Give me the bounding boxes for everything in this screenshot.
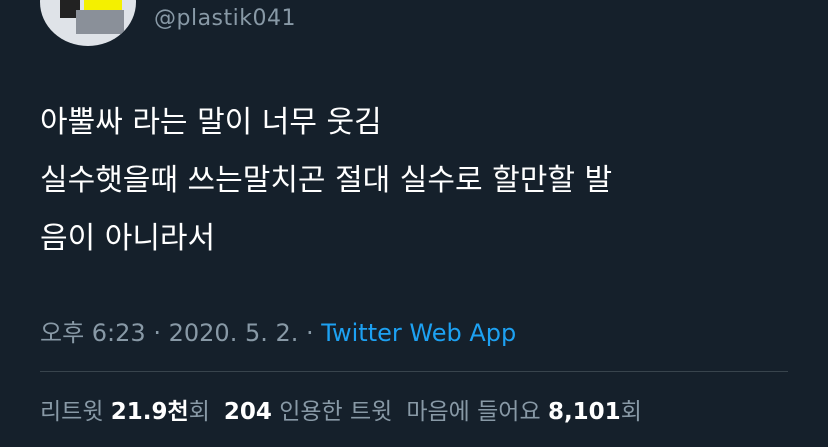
tweet-line: 실수햇을때 쓰는말치곤 절대 실수로 할만할 발 xyxy=(40,163,613,198)
avatar-art xyxy=(84,0,122,10)
meta-separator: · xyxy=(153,319,161,347)
divider xyxy=(40,371,788,372)
likes-label: 마음에 들어요 xyxy=(406,399,541,425)
meta-separator: · xyxy=(306,319,314,347)
retweets-label: 리트윗 xyxy=(40,399,104,425)
quotes-count: 204 xyxy=(223,399,272,425)
retweets-suffix: 회 xyxy=(188,399,210,425)
tweet-source-link[interactable]: Twitter Web App xyxy=(321,319,516,347)
retweets-count: 21.9천 xyxy=(110,399,189,425)
tweet-line: 아뿔싸 라는 말이 너무 웃김 xyxy=(40,105,382,140)
avatar[interactable] xyxy=(40,0,136,46)
tweet-text: 아뿔싸 라는 말이 너무 웃김 실수햇을때 쓰는말치곤 절대 실수로 할만할 발… xyxy=(40,94,800,268)
quotes-stat[interactable]: 204 인용한 트윗 xyxy=(224,399,392,425)
tweet-time[interactable]: 오후 6:23 xyxy=(40,319,146,347)
tweet-date[interactable]: 2020. 5. 2. xyxy=(169,319,299,347)
retweets-stat[interactable]: 리트윗 21.9천회 xyxy=(40,399,210,425)
likes-stat[interactable]: 마음에 들어요 8,101회 xyxy=(406,399,642,425)
tweet-stats: 리트윗 21.9천회 204 인용한 트윗 마음에 들어요 8,101회 xyxy=(40,392,642,426)
tweet-meta: 오후 6:23 · 2020. 5. 2. · Twitter Web App xyxy=(40,313,516,348)
author-handle[interactable]: @plastik041 xyxy=(154,6,296,31)
avatar-art xyxy=(76,10,124,34)
quotes-label: 인용한 트윗 xyxy=(279,399,393,425)
likes-suffix: 회 xyxy=(620,399,642,425)
likes-count: 8,101 xyxy=(547,399,621,425)
tweet-line: 음이 아니라서 xyxy=(40,221,216,256)
tweet-header: @plastik041 xyxy=(0,0,828,60)
